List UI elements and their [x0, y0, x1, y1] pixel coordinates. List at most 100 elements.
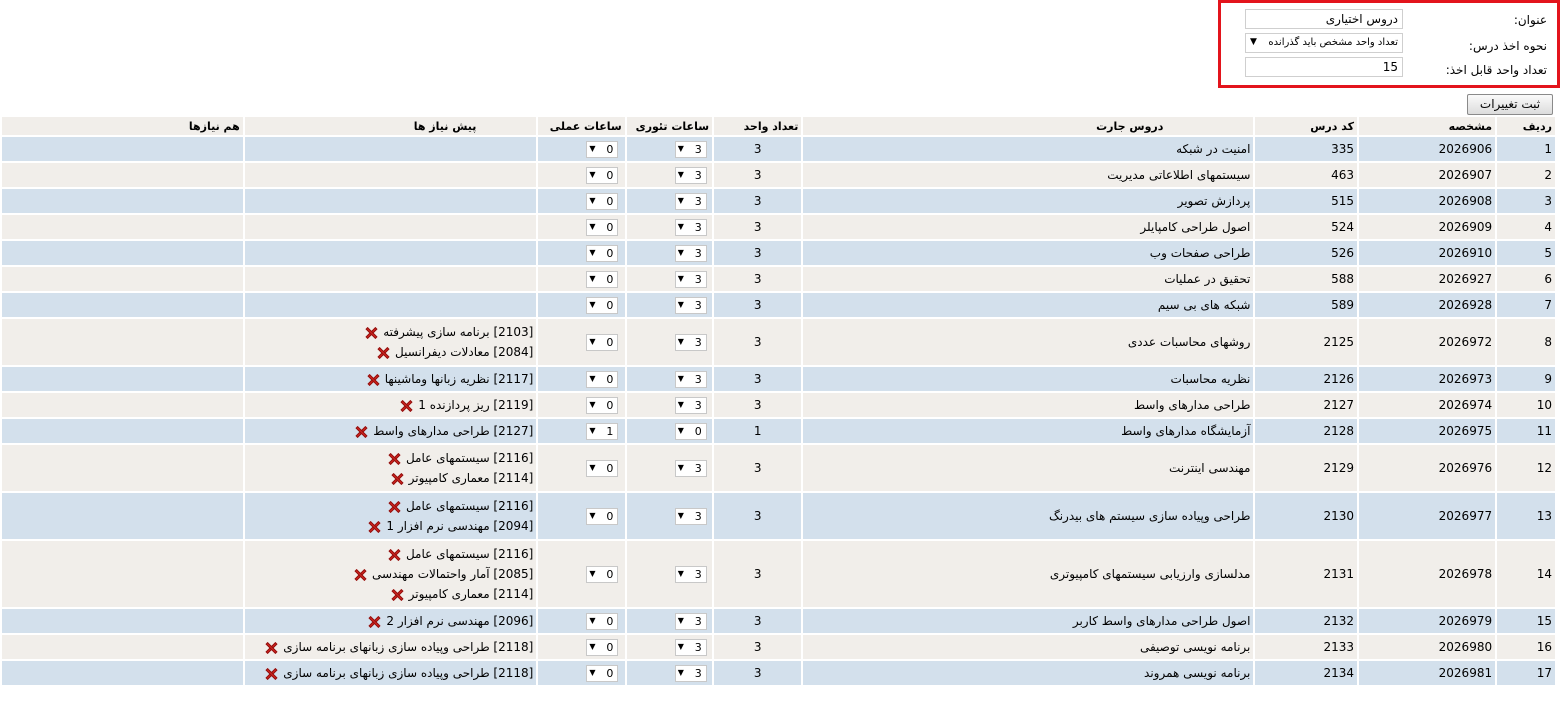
course-units: 3	[714, 137, 802, 163]
theory-hours-select[interactable]: 0 ▼	[674, 422, 707, 440]
practical-hours-select[interactable]: 0 ▼	[586, 565, 619, 583]
coreq-cell	[2, 493, 243, 541]
remove-prereq-icon[interactable]	[377, 347, 389, 359]
title-row: عنوان: دروس اختیاری	[1221, 9, 1557, 31]
remove-prereq-icon[interactable]	[388, 501, 400, 513]
theory-hours-select[interactable]: 3 ▼	[674, 192, 707, 210]
theory-hours-value: 3	[694, 461, 702, 475]
table-header-row: ردیف مشخصه کد درس دروس جارت تعداد واحد س…	[2, 117, 1555, 137]
coreq-cell	[2, 267, 243, 293]
practical-hours-select[interactable]: 0 ▼	[586, 166, 619, 184]
remove-prereq-icon[interactable]	[354, 569, 366, 581]
save-changes-button[interactable]: ثبت تغییرات	[1467, 94, 1553, 115]
practical-hours-select[interactable]: 0 ▼	[586, 244, 619, 262]
theory-hours-value: 3	[694, 372, 702, 386]
courses-table-wrap: ردیف مشخصه کد درس دروس جارت تعداد واحد س…	[0, 117, 1567, 687]
title-input[interactable]: دروس اختیاری	[1245, 9, 1403, 29]
remove-prereq-icon[interactable]	[391, 473, 403, 485]
course-code: 463	[1255, 163, 1357, 189]
course-id: 2026909	[1358, 215, 1496, 241]
row-number: 5	[1497, 241, 1555, 267]
coreq-cell	[2, 163, 243, 189]
practical-hours-select[interactable]: 0 ▼	[586, 638, 619, 656]
remove-prereq-icon[interactable]	[388, 549, 400, 561]
practical-hours-select[interactable]: 0 ▼	[586, 140, 619, 158]
practical-hours-select[interactable]: 0 ▼	[586, 296, 619, 314]
chevron-down-icon: ▼	[1250, 37, 1257, 47]
theory-hours-select[interactable]: 3 ▼	[674, 140, 707, 158]
col-header-course: دروس جارت	[803, 117, 1254, 137]
remove-prereq-icon[interactable]	[355, 426, 367, 438]
prereq-label: [2116] سیستمهای عامل	[405, 451, 534, 465]
theory-hours-select[interactable]: 3 ▼	[674, 166, 707, 184]
practical-hours-select[interactable]: 1 ▼	[586, 422, 619, 440]
coreq-cell	[2, 293, 243, 319]
theory-hours-select[interactable]: 3 ▼	[674, 333, 707, 351]
practical-hours-select[interactable]: 0 ▼	[586, 396, 619, 414]
practical-hours-select[interactable]: 0 ▼	[586, 270, 619, 288]
units-input[interactable]: 15	[1245, 57, 1403, 77]
course-units: 3	[714, 367, 802, 393]
course-code: 515	[1255, 189, 1357, 215]
theory-hours-value: 3	[694, 142, 702, 156]
practical-hours-cell: 0 ▼	[538, 189, 625, 215]
theory-hours-select[interactable]: 3 ▼	[674, 507, 707, 525]
coreq-cell	[2, 393, 243, 419]
practical-hours-select[interactable]: 0 ▼	[586, 459, 619, 477]
practical-hours-select[interactable]: 0 ▼	[586, 333, 619, 351]
row-number: 6	[1497, 267, 1555, 293]
theory-hours-select[interactable]: 3 ▼	[674, 565, 707, 583]
prereq-item: [2084] معادلات دیفرانسیل	[248, 342, 534, 362]
prereq-cell: [2116] سیستمهای عامل [2114] معماری کامپیو…	[244, 445, 537, 493]
method-select[interactable]: تعداد واحد مشخص باید گذرانده ▼	[1245, 33, 1403, 53]
units-label: تعداد واحد قابل اخذ:	[1445, 63, 1547, 77]
theory-hours-select[interactable]: 3 ▼	[674, 396, 707, 414]
course-name: برنامه نویسی همروند	[803, 661, 1254, 687]
remove-prereq-icon[interactable]	[265, 668, 277, 680]
remove-prereq-icon[interactable]	[400, 400, 412, 412]
theory-hours-select[interactable]: 3 ▼	[674, 370, 707, 388]
practical-hours-select[interactable]: 0 ▼	[586, 218, 619, 236]
practical-hours-cell: 0 ▼	[538, 445, 625, 493]
practical-hours-cell: 0 ▼	[538, 163, 625, 189]
theory-hours-select[interactable]: 3 ▼	[674, 218, 707, 236]
practical-hours-select[interactable]: 0 ▼	[586, 612, 619, 630]
table-row: 1 2026906 335 امنیت در شبکه 3 3 ▼ 0 ▼	[2, 137, 1555, 163]
practical-hours-select[interactable]: 0 ▼	[586, 370, 619, 388]
remove-prereq-icon[interactable]	[391, 589, 403, 601]
theory-hours-select[interactable]: 3 ▼	[674, 638, 707, 656]
theory-hours-select[interactable]: 3 ▼	[674, 270, 707, 288]
remove-prereq-icon[interactable]	[368, 616, 380, 628]
practical-hours-select[interactable]: 0 ▼	[586, 507, 619, 525]
practical-hours-select[interactable]: 0 ▼	[586, 664, 619, 682]
table-row: 12 2026976 2129 مهندسی اینترنت 3 3 ▼ 0 ▼ [2116] س…	[2, 445, 1555, 493]
prereq-label: [2096] مهندسی نرم افزار 2	[386, 614, 534, 628]
row-number: 11	[1497, 419, 1555, 445]
theory-hours-value: 3	[694, 398, 702, 412]
prereq-label: [2084] معادلات دیفرانسیل	[394, 345, 534, 359]
practical-hours-value: 0	[606, 142, 614, 156]
course-code: 2128	[1255, 419, 1357, 445]
theory-hours-select[interactable]: 3 ▼	[674, 459, 707, 477]
prereq-label: [2094] مهندسی نرم افزار 1	[386, 519, 534, 533]
remove-prereq-icon[interactable]	[368, 521, 380, 533]
remove-prereq-icon[interactable]	[367, 374, 379, 386]
prereq-label: [2116] سیستمهای عامل	[405, 547, 534, 561]
practical-hours-cell: 0 ▼	[538, 137, 625, 163]
chevron-down-icon: ▼	[589, 273, 596, 283]
theory-hours-select[interactable]: 3 ▼	[674, 664, 707, 682]
theory-hours-select[interactable]: 3 ▼	[674, 296, 707, 314]
remove-prereq-icon[interactable]	[265, 642, 277, 654]
practical-hours-select[interactable]: 0 ▼	[586, 192, 619, 210]
theory-hours-select[interactable]: 3 ▼	[674, 244, 707, 262]
chevron-down-icon: ▼	[677, 510, 684, 520]
theory-hours-cell: 3 ▼	[626, 635, 713, 661]
remove-prereq-icon[interactable]	[365, 327, 377, 339]
course-id: 2026973	[1358, 367, 1496, 393]
coreq-cell	[2, 137, 243, 163]
chevron-down-icon: ▼	[677, 247, 684, 257]
theory-hours-select[interactable]: 3 ▼	[674, 612, 707, 630]
prereq-cell: [2117] نظریه زبانها وماشینها	[244, 367, 537, 393]
remove-prereq-icon[interactable]	[388, 453, 400, 465]
course-name: امنیت در شبکه	[803, 137, 1254, 163]
